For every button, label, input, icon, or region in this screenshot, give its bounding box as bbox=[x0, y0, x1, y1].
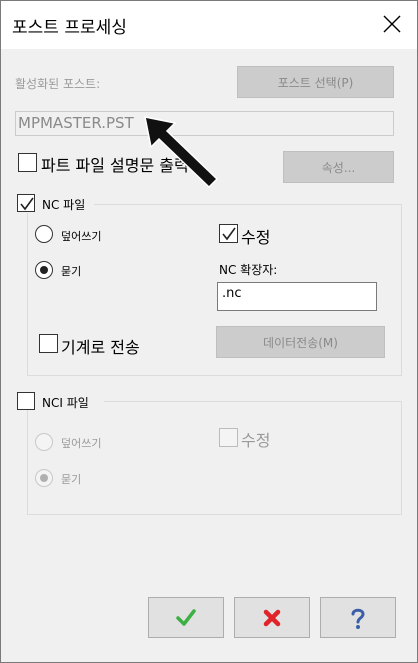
check-mark-icon bbox=[20, 197, 34, 211]
nc-edit-checkbox[interactable] bbox=[219, 224, 238, 243]
post-processing-dialog: 포스트 프로세싱 활성화된 포스트: 포스트 선택(P) MPMASTER.PS… bbox=[0, 0, 418, 663]
nc-file-label: NC 파일 bbox=[42, 198, 86, 212]
data-transfer-button[interactable]: 데이터전송(M) bbox=[216, 326, 385, 358]
nc-ask-label: 묻기 bbox=[61, 265, 82, 278]
nci-file-label: NCI 파일 bbox=[42, 396, 89, 410]
nci-ask-label: 묻기 bbox=[61, 473, 82, 486]
nci-file-group bbox=[27, 401, 402, 515]
arrow-annotation bbox=[144, 116, 219, 189]
nc-ask-radio[interactable] bbox=[35, 261, 53, 279]
check-mark-icon bbox=[222, 227, 236, 241]
part-file-checkbox[interactable] bbox=[18, 153, 37, 172]
nc-extension-input[interactable]: .nc bbox=[217, 282, 377, 311]
send-to-machine-checkbox[interactable] bbox=[39, 334, 58, 353]
window-title: 포스트 프로세싱 bbox=[12, 18, 127, 38]
nci-overwrite-radio[interactable] bbox=[35, 433, 53, 451]
nc-overwrite-label: 덮어쓰기 bbox=[61, 230, 102, 243]
nci-overwrite-label: 덮어쓰기 bbox=[61, 437, 102, 450]
nci-edit-checkbox[interactable] bbox=[219, 428, 238, 447]
properties-button[interactable]: 속성... bbox=[283, 151, 394, 183]
nci-file-checkbox[interactable] bbox=[17, 392, 35, 410]
cancel-button[interactable] bbox=[234, 597, 310, 638]
close-icon[interactable] bbox=[381, 13, 403, 35]
nc-file-checkbox[interactable] bbox=[17, 194, 35, 212]
nci-ask-radio[interactable] bbox=[35, 469, 53, 487]
nci-edit-label: 수정 bbox=[241, 431, 271, 450]
x-icon bbox=[263, 609, 281, 626]
send-to-machine-label: 기계로 전송 bbox=[61, 338, 140, 357]
nc-extension-label: NC 확장자: bbox=[219, 263, 278, 277]
question-icon bbox=[351, 608, 365, 629]
nc-overwrite-radio[interactable] bbox=[35, 225, 53, 243]
select-post-button[interactable]: 포스트 선택(P) bbox=[237, 66, 394, 98]
help-button[interactable] bbox=[320, 597, 396, 638]
title-bar: 포스트 프로세싱 bbox=[1, 1, 417, 49]
checkmark-icon bbox=[176, 608, 196, 626]
ok-button[interactable] bbox=[148, 597, 224, 638]
nc-edit-label: 수정 bbox=[241, 228, 271, 247]
active-post-label: 활성화된 포스트: bbox=[15, 77, 101, 91]
